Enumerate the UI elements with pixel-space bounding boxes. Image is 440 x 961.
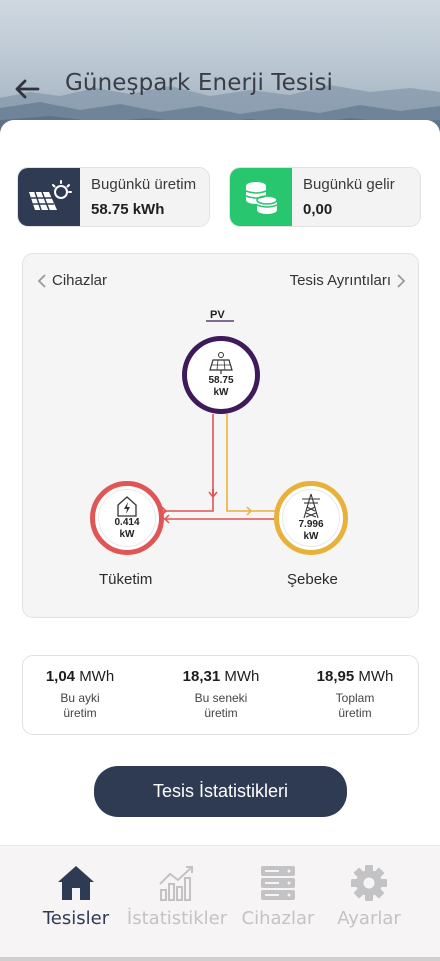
house-bolt-icon <box>117 496 137 517</box>
stat-yearly-caption-1: Bu seneki <box>194 691 248 705</box>
stat-total: 18,95 MWh Toplam üretim <box>295 668 415 721</box>
stat-total-unit: MWh <box>358 668 394 685</box>
consumption-unit: kW <box>119 529 135 540</box>
tab-settings-label: Ayarlar <box>337 908 401 929</box>
production-label: Bugünkü üretim <box>91 176 197 193</box>
chart-icon <box>159 866 193 901</box>
coins-icon <box>245 182 278 214</box>
solar-panel-icon <box>29 180 72 211</box>
consumption-label: Tüketim <box>99 571 153 588</box>
income-value: 0,00 <box>303 201 333 218</box>
arrow-left-icon <box>15 79 40 99</box>
tab-devices[interactable]: Cihazlar <box>228 864 328 929</box>
income-card: Bugünkü gelir 0,00 <box>229 167 421 227</box>
tab-statistics[interactable]: İstatistikler <box>127 864 227 929</box>
stat-yearly-caption-2: üretim <box>204 706 238 720</box>
stat-total-caption-2: üretim <box>338 706 372 720</box>
income-icon-box <box>230 168 292 226</box>
production-card: Bugünkü üretim 58.75 kWh <box>17 167 210 227</box>
tab-devices-label: Cihazlar <box>241 908 315 929</box>
production-value: 58.75 kWh <box>91 201 165 218</box>
grid-value: 7.996 <box>298 519 324 530</box>
tab-statistics-label: İstatistikler <box>126 908 228 929</box>
tab-facilities-label: Tesisler <box>42 908 110 929</box>
production-icon-box <box>18 168 80 226</box>
production-stats: 1,04 MWh Bu ayki üretim 18,31 MWh Bu sene… <box>22 655 419 735</box>
stat-monthly-value: 1,04 <box>45 668 76 685</box>
home-indicator-strip <box>0 957 440 961</box>
pv-label: PV <box>210 309 225 321</box>
stat-total-caption-1: Toplam <box>335 691 375 705</box>
grid-label: Şebeke <box>287 571 338 588</box>
stat-monthly-caption-2: üretim <box>63 706 97 720</box>
stat-yearly-value: 18,31 <box>182 668 221 685</box>
tab-settings[interactable]: Ayarlar <box>319 864 419 929</box>
pv-value: 58.75 <box>208 375 234 386</box>
back-button[interactable] <box>14 70 44 100</box>
consumption-node[interactable]: 0.414 kW <box>90 481 164 555</box>
stat-monthly-caption-1: Bu ayki <box>60 691 100 705</box>
stat-monthly: 1,04 MWh Bu ayki üretim <box>20 668 140 721</box>
stat-monthly-unit: MWh <box>79 668 115 685</box>
consumption-value: 0.414 <box>114 517 140 528</box>
power-tower-icon <box>302 493 320 519</box>
tab-facilities[interactable]: Tesisler <box>26 864 126 929</box>
gear-icon <box>351 865 387 901</box>
solar-panel-icon <box>209 352 233 374</box>
stat-yearly: 18,31 MWh Bu seneki üretim <box>161 668 281 721</box>
energy-flow-panel: Cihazlar Tesis Ayrıntıları PV 58.75 kW 0… <box>22 253 419 618</box>
home-icon <box>58 866 94 900</box>
pv-node[interactable]: 58.75 kW <box>182 336 260 414</box>
plant-statistics-button[interactable]: Tesis İstatistikleri <box>94 766 347 817</box>
grid-node[interactable]: 7.996 kW <box>274 481 348 555</box>
stat-total-value: 18,95 <box>316 668 355 685</box>
bottom-tab-bar: Tesisler İstatistikler Cihazlar Ayarlar <box>0 845 440 957</box>
server-icon <box>261 866 295 900</box>
income-label: Bugünkü gelir <box>303 176 395 193</box>
grid-unit: kW <box>303 531 319 542</box>
pv-unit: kW <box>213 387 229 398</box>
page-title: Güneşpark Enerji Tesisi <box>65 70 334 96</box>
stat-yearly-unit: MWh <box>224 668 260 685</box>
